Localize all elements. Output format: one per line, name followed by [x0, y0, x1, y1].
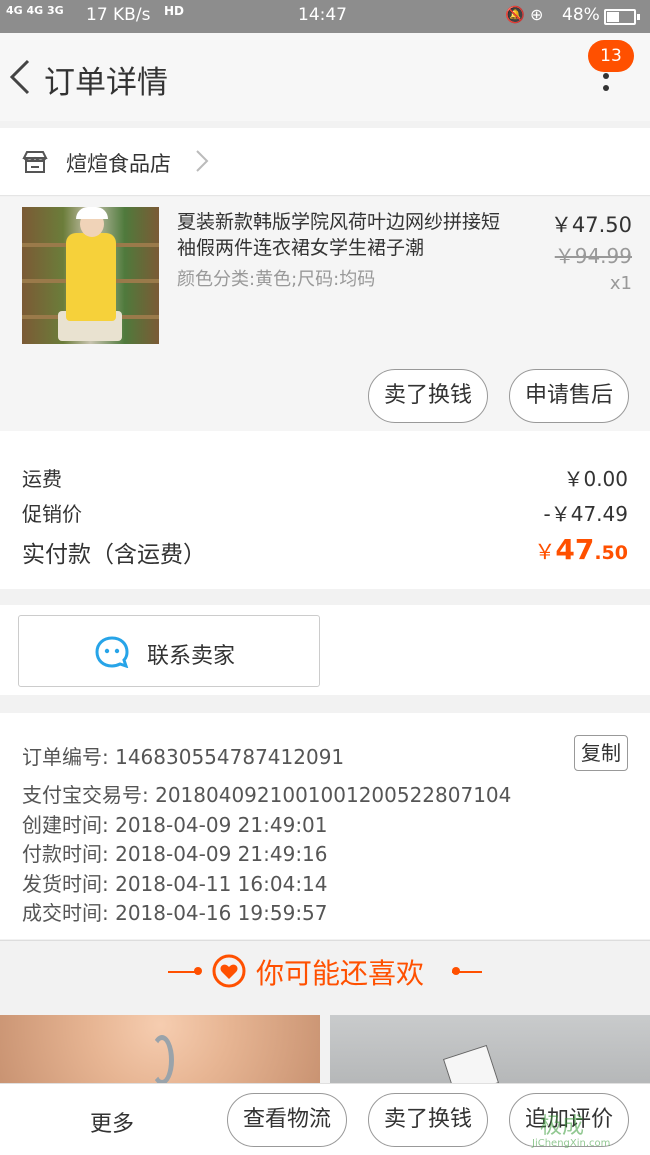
product-sku: 颜色分类:黄色;尺码:均码	[177, 269, 376, 290]
nav-header: 订单详情 13	[0, 33, 650, 121]
network-speed: 17 KB/s	[86, 5, 151, 25]
shop-name[interactable]: 煊煊食品店	[66, 148, 171, 178]
contact-section: 联系卖家	[0, 605, 650, 695]
watermark-logo: 极成 JiChengXin.com	[530, 1106, 648, 1152]
after-sale-button[interactable]: 申请售后	[509, 369, 629, 423]
paid-currency: ￥	[534, 540, 556, 564]
paid-integer: 47	[555, 533, 595, 566]
watermark-text: 极成	[540, 1114, 585, 1139]
product-card[interactable]: 夏装新款韩版学院风荷叶边网纱拼接短袖假两件连衣裙女学生裙子潮 颜色分类:黄色;尺…	[0, 197, 650, 431]
resell-button[interactable]: 卖了换钱	[368, 369, 488, 423]
resell-button-bottom[interactable]: 卖了换钱	[368, 1093, 488, 1147]
product-price: ￥47.50	[550, 213, 632, 237]
paid-label: 实付款（含运费）	[22, 542, 206, 568]
bottom-action-bar: 更多 查看物流 卖了换钱 追加评价 极成 JiChengXin.com	[0, 1083, 650, 1155]
battery-icon	[604, 9, 640, 25]
page-title: 订单详情	[44, 65, 168, 101]
store-icon	[22, 151, 48, 173]
nose-ring-graphic	[150, 1035, 174, 1085]
product-tag-graphic	[442, 1044, 500, 1085]
promo-label: 促销价	[22, 502, 82, 526]
divider-line	[452, 971, 482, 973]
thumbnail-cap	[76, 207, 108, 219]
back-arrow-icon[interactable]	[8, 57, 32, 97]
promo-value: -￥47.49	[543, 502, 628, 526]
shipped-time: 发货时间: 2018-04-11 16:04:14	[22, 872, 328, 896]
recommend-title: 你可能还喜欢	[256, 957, 425, 990]
status-time: 14:47	[298, 5, 347, 25]
product-quantity: x1	[609, 273, 632, 294]
paid-decimal: .50	[594, 542, 628, 564]
recommend-item-image[interactable]	[330, 1015, 650, 1085]
recommend-item-image[interactable]	[0, 1015, 320, 1085]
chat-bubble-icon	[95, 636, 129, 668]
battery-percent: 48%	[562, 5, 600, 25]
recommend-header: 你可能还喜欢	[0, 940, 650, 1002]
copy-button[interactable]: 复制	[574, 735, 628, 771]
paid-time: 付款时间: 2018-04-09 21:49:16	[22, 842, 328, 866]
notification-badge: 13	[588, 40, 634, 72]
order-number: 订单编号: 146830554787412091	[22, 745, 345, 769]
paid-amount: ￥47.50	[534, 533, 628, 566]
contact-seller-button[interactable]: 联系卖家	[18, 615, 320, 687]
heart-icon	[212, 954, 246, 988]
divider-dot	[194, 967, 202, 975]
watermark-url: JiChengXin.com	[532, 1138, 611, 1149]
product-original-price: ￥94.99	[554, 244, 632, 268]
shipping-value: ￥0.00	[563, 467, 628, 491]
contact-seller-label: 联系卖家	[147, 644, 236, 669]
view-logistics-button[interactable]: 查看物流	[227, 1093, 347, 1147]
completed-time: 成交时间: 2018-04-16 19:59:57	[22, 901, 328, 925]
battery-fill	[607, 12, 619, 22]
created-time: 创建时间: 2018-04-09 21:49:01	[22, 813, 328, 837]
status-icons: 🔕 ⊕	[505, 5, 544, 24]
order-info: 订单编号: 146830554787412091 复制 支付宝交易号: 2018…	[0, 713, 650, 939]
status-bar: 4G 4G 3G 17 KB/s HD 14:47 🔕 ⊕ 48%	[0, 0, 650, 33]
fee-summary: 运费 ￥0.00 促销价 -￥47.49 实付款（含运费） ￥47.50	[0, 431, 650, 589]
hd-indicator: HD	[164, 4, 185, 18]
product-thumbnail[interactable]	[22, 207, 159, 344]
alipay-trade-number: 支付宝交易号: 2018040921001001200522807104	[22, 783, 512, 807]
more-menu-icon[interactable]	[596, 73, 616, 95]
thumbnail-dress	[66, 233, 116, 321]
shipping-label: 运费	[22, 467, 62, 491]
product-name[interactable]: 夏装新款韩版学院风荷叶边网纱拼接短袖假两件连衣裙女学生裙子潮	[177, 209, 513, 261]
signal-indicator: 4G 4G 3G	[6, 4, 64, 17]
chevron-right-icon	[196, 150, 209, 172]
more-button[interactable]: 更多	[90, 1106, 134, 1138]
shop-row[interactable]: 煊煊食品店	[0, 128, 650, 196]
